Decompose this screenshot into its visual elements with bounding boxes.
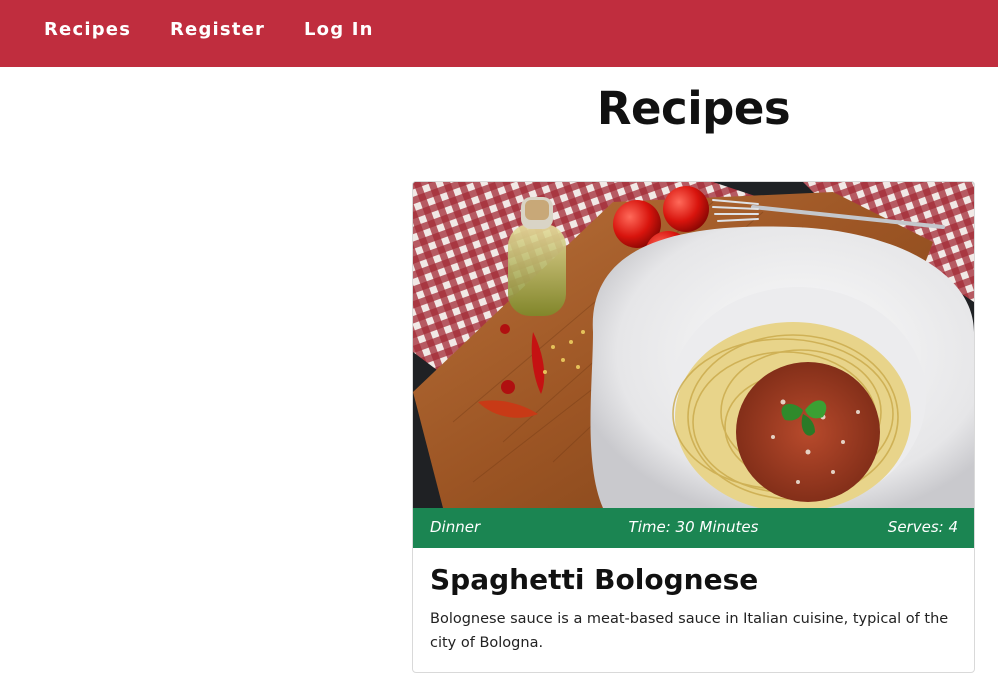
recipe-meta-bar: Dinner Time: 30 Minutes Serves: 4 [413, 508, 974, 548]
recipe-card[interactable]: Dinner Time: 30 Minutes Serves: 4 Spaghe… [412, 181, 975, 673]
nav-link-recipes[interactable]: Recipes [44, 19, 131, 40]
nav-link-register[interactable]: Register [170, 19, 265, 40]
top-navbar: Recipes Register Log In [0, 0, 998, 67]
page-title: Recipes [596, 82, 791, 135]
recipe-image[interactable] [413, 182, 974, 508]
recipe-serves: Serves: 4 [887, 518, 958, 536]
recipe-title[interactable]: Spaghetti Bolognese [430, 563, 758, 596]
recipe-description: Bolognese sauce is a meat-based sauce in… [430, 611, 949, 651]
nav-link-login[interactable]: Log In [304, 19, 374, 40]
